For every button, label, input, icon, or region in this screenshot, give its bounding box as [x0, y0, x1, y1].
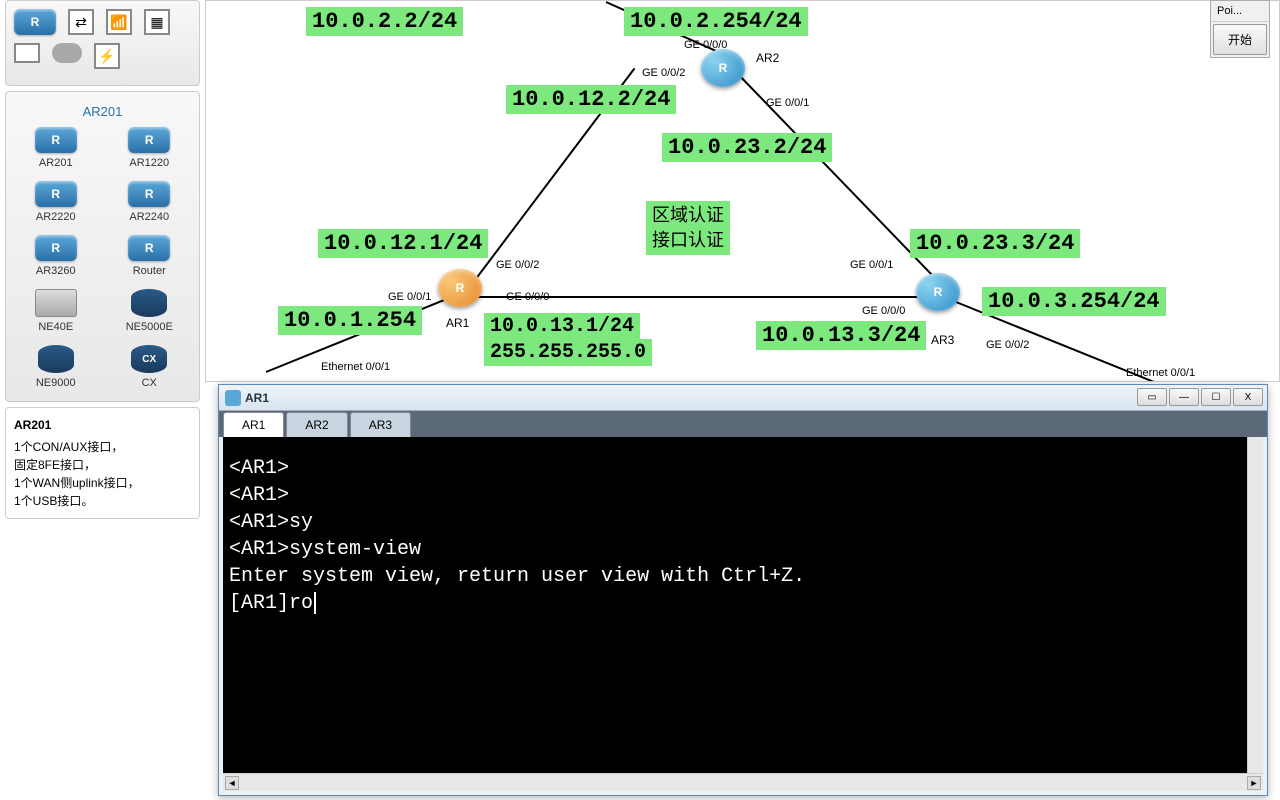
node-label-ar1: AR1: [446, 316, 469, 330]
start-button[interactable]: 开始: [1213, 24, 1267, 55]
port-label: Ethernet 0/0/1: [1126, 367, 1195, 379]
node-ar1[interactable]: R: [438, 269, 482, 307]
device-info-panel: AR201 1个CON/AUX接口， 固定8FE接口， 1个WAN侧uplink…: [5, 407, 200, 519]
top-toolbar: Poi... 开始: [1210, 0, 1270, 58]
info-line: 固定8FE接口，: [14, 456, 191, 474]
ip-label: 10.0.3.254/24: [982, 287, 1166, 316]
ip-label: 10.0.23.3/24: [910, 229, 1080, 258]
scroll-right-arrow[interactable]: ►: [1247, 776, 1261, 790]
router-icon: R: [35, 235, 77, 261]
ip-label: 10.0.13.3/24: [756, 321, 926, 350]
device-cx[interactable]: CXCX: [104, 341, 196, 393]
device-ne40e[interactable]: NE40E: [10, 285, 102, 337]
router-icon: R: [128, 127, 170, 153]
port-label: GE 0/0/0: [684, 39, 727, 51]
router-icon: R: [128, 181, 170, 207]
cursor-icon: [314, 592, 316, 614]
scroll-left-arrow[interactable]: ◄: [225, 776, 239, 790]
device-sidebar: R ⇄ 📶 ▦ ⚡ AR201 RAR201 RAR1220 RAR2220 R…: [5, 0, 200, 800]
node-ar3[interactable]: R: [916, 273, 960, 311]
ip-label: 10.0.1.254: [278, 306, 422, 335]
palette-header: AR201: [10, 100, 195, 123]
port-label: GE 0/0/1: [850, 259, 893, 271]
ip-label: 255.255.255.0: [484, 339, 652, 366]
port-label: GE 0/0/2: [496, 259, 539, 271]
window-maximize-button[interactable]: ☐: [1201, 388, 1231, 406]
device-ar201[interactable]: RAR201: [10, 123, 102, 173]
terminal-icon: [225, 390, 241, 406]
cli-terminal-window: AR1 ▭ — ☐ X AR1 AR2 AR3 <AR1> <AR1> <AR1…: [218, 384, 1268, 796]
device-ar3260[interactable]: RAR3260: [10, 231, 102, 281]
node-label-ar2: AR2: [756, 51, 779, 65]
cx-icon: CX: [131, 345, 167, 373]
port-label: GE 0/0/2: [642, 67, 685, 79]
ip-label: 10.0.23.2/24: [662, 133, 832, 162]
terminal-tabs: AR1 AR2 AR3: [219, 411, 1267, 437]
top-toolbar-item[interactable]: Poi...: [1211, 1, 1269, 22]
router-icon: R: [35, 181, 77, 207]
drum-icon: [131, 289, 167, 317]
port-label: GE 0/0/2: [986, 339, 1029, 351]
drum-icon: [38, 345, 74, 373]
tool-cloud-icon[interactable]: [52, 43, 82, 63]
device-ne9000[interactable]: NE9000: [10, 341, 102, 393]
info-line: 1个CON/AUX接口，: [14, 438, 191, 456]
ip-label: 10.0.12.2/24: [506, 85, 676, 114]
toolbox: R ⇄ 📶 ▦ ⚡: [5, 0, 200, 86]
chassis-icon: [35, 289, 77, 317]
ip-label: 10.0.2.2/24: [306, 7, 463, 36]
device-palette: AR201 RAR201 RAR1220 RAR2220 RAR2240 RAR…: [5, 91, 200, 402]
terminal-tab-ar3[interactable]: AR3: [350, 412, 411, 437]
topology-canvas[interactable]: R AR2 R AR1 R AR3 10.0.2.2/24 10.0.2.254…: [205, 0, 1280, 382]
terminal-line: Enter system view, return user view with…: [229, 563, 1257, 590]
auth-label: 区域认证 接口认证: [646, 201, 730, 255]
terminal-body[interactable]: <AR1> <AR1> <AR1>sy <AR1>system-view Ent…: [223, 437, 1263, 773]
node-ar2[interactable]: R: [701, 49, 745, 87]
ip-label: 10.0.12.1/24: [318, 229, 488, 258]
port-label: GE 0/0/1: [388, 291, 431, 303]
tool-router-icon[interactable]: R: [14, 9, 56, 35]
tool-switch-icon[interactable]: ⇄: [68, 9, 94, 35]
tool-wireless-icon[interactable]: 📶: [106, 9, 132, 35]
info-line: 1个USB接口。: [14, 492, 191, 510]
ip-label: 10.0.2.254/24: [624, 7, 808, 36]
tool-connection-icon[interactable]: ⚡: [94, 43, 120, 69]
window-extra-button[interactable]: ▭: [1137, 388, 1167, 406]
terminal-line: <AR1>: [229, 455, 1257, 482]
info-title: AR201: [14, 416, 191, 434]
terminal-line: [AR1]ro: [229, 590, 1257, 617]
tool-grid-icon[interactable]: ▦: [144, 9, 170, 35]
window-minimize-button[interactable]: —: [1169, 388, 1199, 406]
terminal-tab-ar2[interactable]: AR2: [286, 412, 347, 437]
terminal-line: <AR1>sy: [229, 509, 1257, 536]
terminal-line: <AR1>system-view: [229, 536, 1257, 563]
terminal-scrollbar-vertical[interactable]: [1247, 437, 1263, 773]
port-label: GE 0/0/0: [506, 291, 549, 303]
port-label: Ethernet 0/0/1: [321, 361, 390, 373]
terminal-tab-ar1[interactable]: AR1: [223, 412, 284, 437]
terminal-line: <AR1>: [229, 482, 1257, 509]
info-line: 1个WAN侧uplink接口，: [14, 474, 191, 492]
tool-pc-icon[interactable]: [14, 43, 40, 63]
terminal-titlebar[interactable]: AR1 ▭ — ☐ X: [219, 385, 1267, 411]
device-router[interactable]: RRouter: [104, 231, 196, 281]
router-icon: R: [35, 127, 77, 153]
device-ar1220[interactable]: RAR1220: [104, 123, 196, 173]
router-icon: R: [128, 235, 170, 261]
window-close-button[interactable]: X: [1233, 388, 1263, 406]
node-label-ar3: AR3: [931, 333, 954, 347]
device-ar2220[interactable]: RAR2220: [10, 177, 102, 227]
ip-label: 10.0.13.1/24: [484, 313, 640, 340]
device-ar2240[interactable]: RAR2240: [104, 177, 196, 227]
port-label: GE 0/0/1: [766, 97, 809, 109]
terminal-scrollbar-horizontal[interactable]: ◄ ►: [223, 773, 1263, 791]
port-label: GE 0/0/0: [862, 305, 905, 317]
device-ne5000e[interactable]: NE5000E: [104, 285, 196, 337]
terminal-title: AR1: [245, 391, 269, 405]
